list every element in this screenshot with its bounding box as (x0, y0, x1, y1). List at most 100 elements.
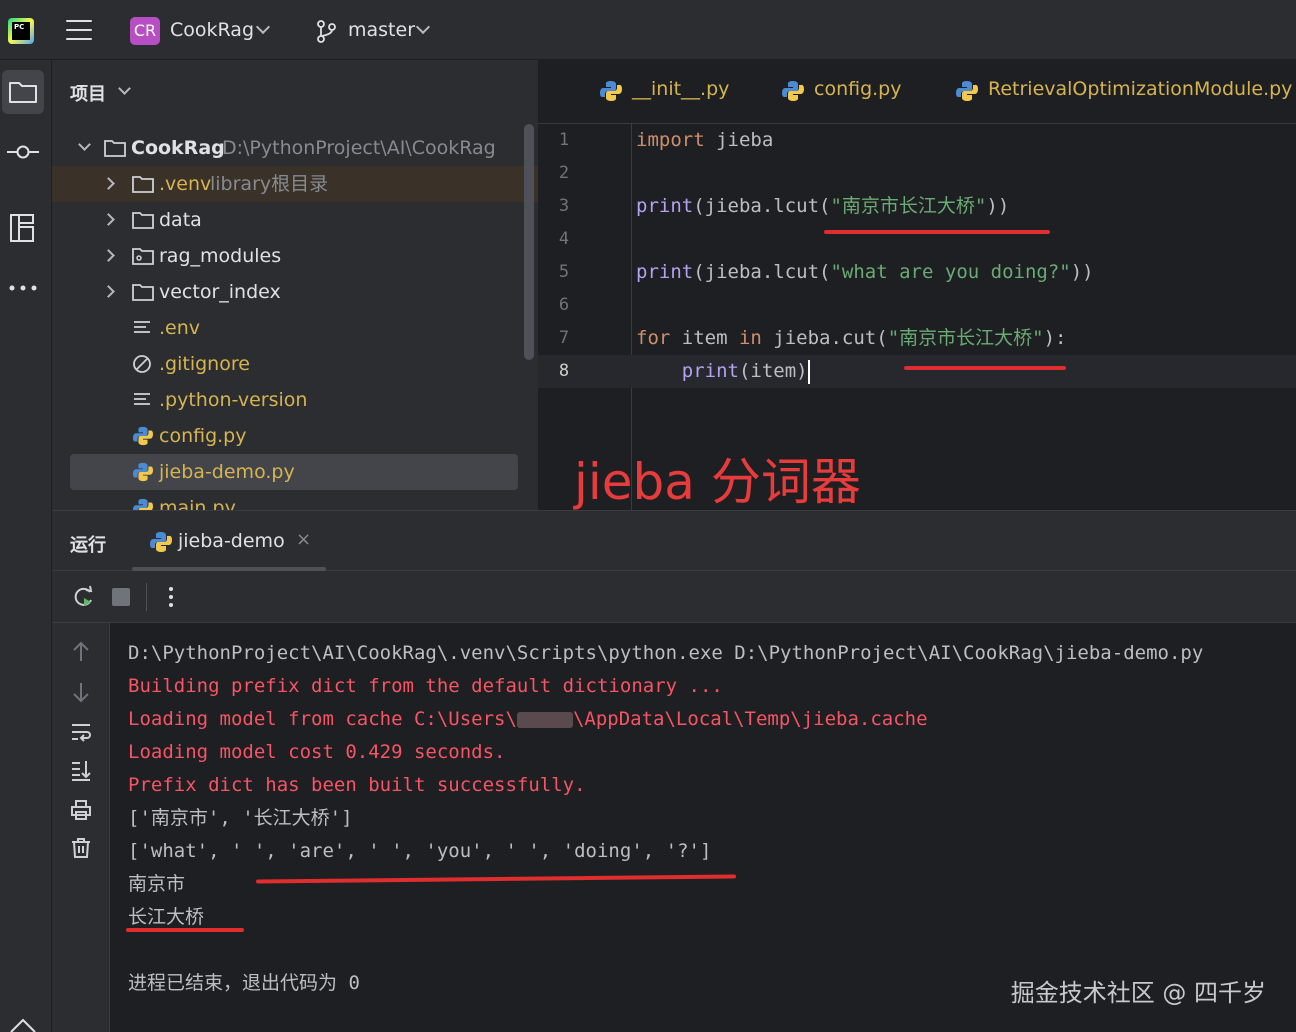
console-line: Building prefix dict from the default di… (128, 675, 723, 697)
expanded-arrow-icon[interactable] (78, 138, 91, 151)
soft-wrap-icon[interactable] (70, 721, 92, 743)
tree-item-main-py[interactable]: main.py (52, 490, 538, 510)
stop-icon[interactable] (112, 588, 130, 606)
folder-icon (9, 82, 37, 103)
tree-item-data[interactable]: data (52, 202, 538, 238)
line-number: 8 (558, 361, 570, 381)
redacted-username (516, 711, 573, 728)
code-text: print(jieba.lcut("what are you doing?")) (636, 256, 1094, 289)
collapsed-arrow-icon[interactable] (102, 213, 115, 226)
tab-label: config.py (814, 78, 902, 100)
tree-item-venv[interactable]: .venv library根目录 (52, 166, 538, 202)
run-tab-label: jieba-demo (178, 530, 285, 552)
code-line[interactable]: 7 for item in jieba.cut("南京市长江大桥"): (538, 322, 1296, 355)
tree-item-config-py[interactable]: config.py (52, 418, 538, 454)
more-horizontal-icon (9, 285, 37, 291)
run-tab-jieba-demo[interactable]: jieba-demo × (132, 511, 326, 571)
tree-item-gitignore[interactable]: .gitignore (52, 346, 538, 382)
code-text: for item in jieba.cut("南京市长江大桥"): (636, 322, 1066, 355)
code-line[interactable]: 5 print(jieba.lcut("what are you doing?"… (538, 256, 1296, 289)
rerun-icon[interactable] (72, 585, 96, 609)
branch-switcher[interactable]: master (348, 19, 415, 41)
code-string: "what are you doing?" (830, 261, 1071, 283)
python-file-icon (956, 81, 978, 101)
arrow-up-icon[interactable] (70, 641, 92, 663)
project-panel: 项目 CookRag D:\PythonProject\AI\CookRag .… (52, 60, 538, 510)
git-branch-icon[interactable] (316, 19, 338, 43)
close-icon[interactable]: × (296, 529, 311, 550)
print-icon[interactable] (70, 799, 92, 821)
code-builtin: print (636, 261, 694, 283)
console-line: Prefix dict has been built successfully. (128, 774, 586, 796)
python-file-icon (133, 426, 153, 446)
code-line-current[interactable]: 8 print(item) (538, 355, 1296, 388)
collapsed-arrow-icon[interactable] (102, 177, 115, 190)
scrollbar-thumb[interactable] (524, 124, 534, 360)
code-token: item (670, 327, 739, 349)
scroll-to-end-icon[interactable] (70, 759, 92, 781)
tree-label: .gitignore (159, 353, 250, 375)
code-string: "南京市长江大桥" (887, 327, 1044, 349)
panel-title[interactable]: 项目 (70, 80, 106, 106)
code-token: ): (1043, 327, 1067, 349)
tree-root-cookrag[interactable]: CookRag D:\PythonProject\AI\CookRag (52, 130, 538, 166)
tool-window-strip (0, 60, 52, 1032)
more-vertical-icon[interactable] (167, 586, 175, 608)
tree-item-rag-modules[interactable]: rag_modules (52, 238, 538, 274)
code-line[interactable]: 3 print(jieba.lcut("南京市长江大桥")) (538, 190, 1296, 223)
tree-item-jieba-demo-py[interactable]: jieba-demo.py (70, 454, 518, 490)
collapsed-arrow-icon[interactable] (102, 285, 115, 298)
code-line[interactable]: 1 import jieba (538, 124, 1296, 157)
package-folder-icon (132, 248, 154, 265)
folder-icon (132, 176, 154, 193)
text-caret (807, 359, 810, 384)
trash-icon[interactable] (70, 837, 92, 859)
main-menu-icon[interactable] (66, 18, 92, 42)
structure-tool-button[interactable] (2, 206, 44, 250)
tree-label: rag_modules (159, 245, 282, 267)
project-tool-button[interactable] (2, 70, 44, 114)
console-line: ['what', ' ', 'are', ' ', 'you', ' ', 'd… (128, 840, 712, 862)
python-packages-icon[interactable] (8, 1018, 38, 1032)
commit-tool-button[interactable] (2, 130, 44, 174)
tree-label: .python-version (159, 389, 308, 411)
console-output[interactable]: D:\PythonProject\AI\CookRag\.venv\Script… (110, 623, 1296, 1032)
tab-label: __init__.py (632, 78, 730, 100)
project-switcher[interactable]: CookRag (170, 19, 254, 41)
tree-label: .env (159, 317, 201, 339)
more-tools-button[interactable] (2, 266, 44, 310)
tree-path: D:\PythonProject\AI\CookRag (222, 137, 496, 159)
arrow-down-icon[interactable] (70, 681, 92, 703)
code-line[interactable]: 4 (538, 223, 1296, 256)
tree-item-python-version[interactable]: .python-version (52, 382, 538, 418)
annotation-underline (126, 928, 244, 932)
code-line[interactable]: 2 (538, 157, 1296, 190)
console-line: 进程已结束，退出代码为 0 (128, 972, 360, 994)
chevron-down-icon[interactable] (415, 19, 431, 35)
line-number: 3 (558, 196, 570, 216)
code-builtin: print (636, 195, 694, 217)
console-line: D:\PythonProject\AI\CookRag\.venv\Script… (128, 642, 1204, 664)
console-line: ['南京市', '长江大桥'] (128, 807, 353, 829)
line-number: 5 (558, 262, 570, 282)
code-builtin: print (681, 360, 739, 382)
line-number: 2 (558, 163, 570, 183)
chevron-down-icon[interactable] (255, 19, 271, 35)
chevron-down-icon[interactable] (118, 82, 131, 95)
code-line[interactable]: 6 (538, 289, 1296, 322)
tree-item-env[interactable]: .env (52, 310, 538, 346)
collapsed-arrow-icon[interactable] (102, 249, 115, 262)
tree-label: vector_index (159, 281, 281, 303)
title-bar: PC CR CookRag master (0, 0, 1296, 60)
pycharm-logo-icon[interactable]: PC (8, 18, 34, 44)
code-text: import jieba (636, 124, 773, 157)
python-file-icon (600, 81, 622, 101)
tree-item-vector-index[interactable]: vector_index (52, 274, 538, 310)
line-number: 1 (558, 130, 570, 150)
tree-label: config.py (159, 425, 247, 447)
code-keyword: for (636, 327, 671, 349)
python-file-icon (150, 532, 172, 552)
code-editor[interactable]: __init__.py config.py RetrievalOptimizat… (538, 60, 1296, 510)
tree-label: .venv (159, 173, 212, 195)
project-badge[interactable]: CR (130, 17, 160, 45)
